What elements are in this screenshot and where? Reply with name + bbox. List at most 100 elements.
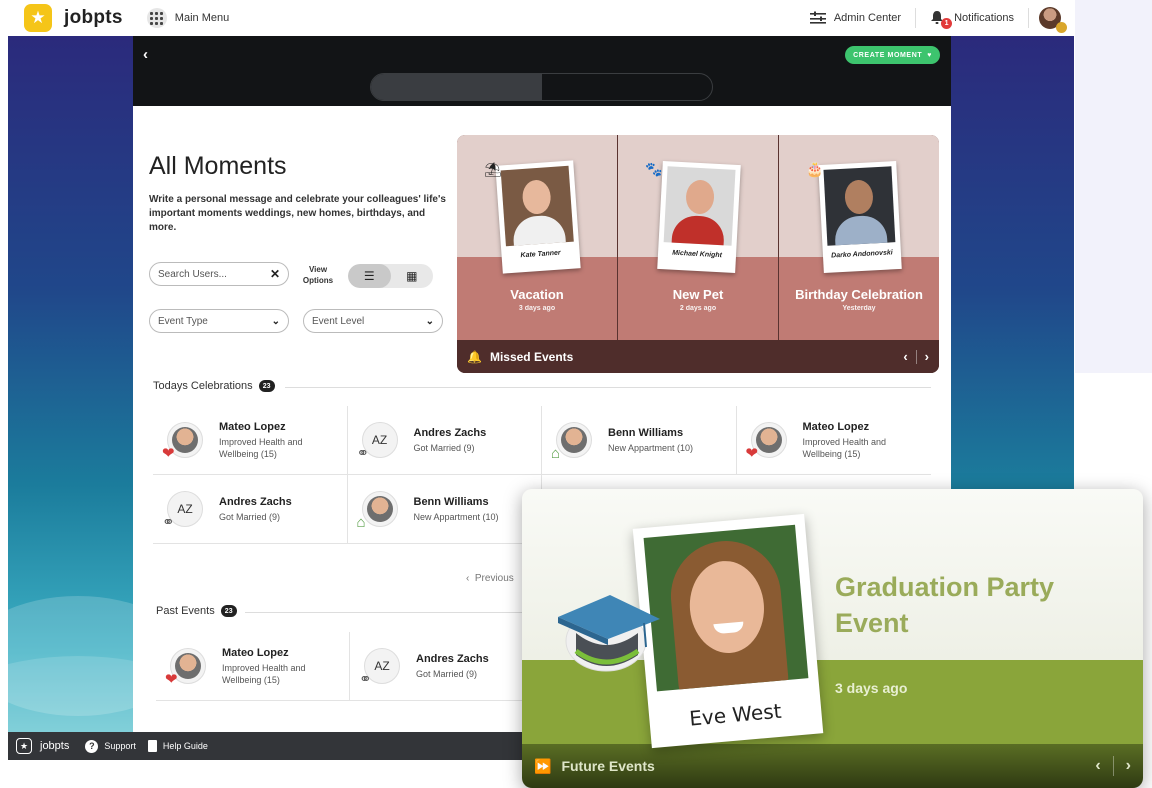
event-description: Got Married (9): [416, 668, 478, 679]
moment-card[interactable]: Vacation 3 days ago ⛱ Kate Tanner: [457, 135, 617, 340]
avatar: AZ⚭: [359, 648, 400, 687]
clear-icon[interactable]: ✕: [270, 267, 280, 281]
future-person-name: Eve West: [688, 698, 783, 731]
segment-2[interactable]: [542, 74, 713, 100]
celebration-item[interactable]: ⌂ Benn Williams New Appartment (10): [347, 475, 542, 544]
next-arrow-icon[interactable]: ›: [1126, 757, 1131, 775]
event-description: Got Married (9): [219, 511, 281, 522]
moment-event: Vacation: [510, 287, 564, 302]
celebration-item[interactable]: ❤ Mateo Lopez Improved Health and Wellbein…: [156, 632, 350, 701]
rings-icon: ⚭: [359, 671, 372, 688]
view-segmented-control[interactable]: [370, 73, 713, 101]
person-name: Andres Zachs: [219, 495, 292, 508]
rings-icon: ⚭: [356, 445, 370, 462]
moment-card[interactable]: New Pet 2 days ago 🐾 Michael Knight: [618, 135, 778, 340]
celebration-item[interactable]: AZ ⚭ Andres Zachs Got Married (9): [347, 406, 542, 475]
count-badge: 23: [220, 605, 237, 617]
page-description: Write a personal message and celebrate y…: [149, 194, 446, 233]
view-options-label: View Options: [302, 265, 334, 285]
event-level-select[interactable]: Event Level ⌄: [303, 309, 443, 333]
side-backdrop: [1075, 0, 1152, 373]
support-link[interactable]: ? Support: [85, 739, 136, 753]
heart-icon: ❤: [162, 445, 175, 462]
avatar: ❤: [162, 422, 203, 461]
avatar: ⌂: [551, 422, 592, 461]
celebration-item[interactable]: ❤ Mateo Lopez Improved Health and Wellbein…: [153, 406, 348, 475]
settings-gear-icon: [1056, 22, 1067, 33]
moment-person-name: Michael Knight: [671, 249, 723, 260]
sliders-icon: [809, 11, 826, 24]
person-name: Mateo Lopez: [222, 646, 289, 659]
back-arrow-icon[interactable]: ‹: [143, 46, 148, 63]
future-events-label: Future Events: [561, 758, 655, 774]
search-placeholder: Search Users...: [158, 268, 227, 280]
create-moment-button[interactable]: CREATE MOMENT ♥: [845, 46, 940, 64]
section-title: Todays Celebrations: [153, 380, 253, 392]
intro-section: All Moments Write a personal message and…: [149, 152, 449, 235]
celebration-item[interactable]: AZ ⚭ Andres Zachs Got Married (9): [153, 475, 348, 544]
todays-celebrations-header: Todays Celebrations 23: [153, 380, 275, 392]
fast-forward-icon: ⏩: [534, 757, 552, 774]
moment-time: 2 days ago: [679, 305, 717, 312]
panel-header: ‹ CREATE MOMENT ♥: [133, 36, 951, 106]
future-event-card[interactable]: Graduation Party Event 3 days ago Eve We…: [522, 489, 1143, 788]
polaroid-photo: Kate Tanner: [495, 160, 581, 274]
heart-icon: ♥: [927, 51, 932, 59]
main-menu-button[interactable]: Main Menu: [146, 8, 229, 28]
moment-time: Yesterday: [842, 305, 876, 312]
notifications-label: Notifications: [954, 12, 1014, 24]
previous-arrow-icon[interactable]: ‹: [903, 349, 907, 364]
divider: [285, 387, 931, 388]
admin-center-button[interactable]: Admin Center: [796, 11, 915, 25]
notification-count-badge: 1: [941, 18, 953, 29]
rings-icon: ⚭: [162, 514, 175, 531]
star-logo-icon[interactable]: ★: [24, 4, 52, 32]
moment-event: New Pet: [672, 287, 724, 302]
previous-label: Previous: [474, 573, 514, 584]
celebration-item[interactable]: AZ ⚭ Andres Zachs Got Married (9): [350, 632, 544, 701]
moment-event: Birthday Celebration: [795, 287, 923, 302]
person-name: Andres Zachs: [416, 652, 489, 665]
event-description: Improved Health and Wellbeing (15): [802, 436, 887, 459]
bottom-logo-text[interactable]: jobpts: [40, 740, 69, 752]
search-users-input[interactable]: Search Users... ✕: [149, 262, 289, 286]
list-view-icon[interactable]: ☰: [348, 264, 391, 288]
house-icon: ⌂: [551, 445, 561, 462]
bell-icon: 🔔: [467, 349, 482, 364]
moment-card[interactable]: Birthday Celebration Yesterday 🎂 Darko A…: [779, 135, 939, 340]
moment-time: 3 days ago: [518, 305, 556, 312]
person-name: Mateo Lopez: [802, 420, 870, 433]
celebration-item[interactable]: ❤ Mateo Lopez Improved Health and Wellbein…: [736, 406, 931, 475]
person-name: Benn Williams: [608, 426, 684, 439]
person-name: Mateo Lopez: [219, 420, 286, 433]
future-events-footer: ⏩ Future Events ‹ ›: [522, 744, 1143, 788]
help-guide-label: Help Guide: [162, 741, 208, 751]
avatar: ⌂: [357, 491, 398, 530]
admin-center-label: Admin Center: [833, 12, 902, 24]
view-toggle[interactable]: ☰ ▦: [348, 264, 433, 288]
past-events-header: Past Events 23: [156, 605, 237, 617]
missed-events-carousel: Vacation 3 days ago ⛱ Kate Tanner New Pe…: [457, 135, 939, 373]
nav-divider: [1028, 8, 1029, 28]
previous-page-link[interactable]: ‹ Previous: [466, 573, 514, 584]
avatar-initials: AZ: [374, 659, 390, 673]
person-name: Andres Zachs: [413, 426, 487, 439]
missed-events-label: Missed Events: [489, 349, 574, 364]
missed-events-footer: 🔔 Missed Events ‹ ›: [457, 340, 939, 373]
segment-1[interactable]: [371, 74, 542, 100]
heart-icon: ❤: [745, 445, 759, 462]
star-logo-icon[interactable]: ★: [16, 738, 32, 754]
calendar-view-icon[interactable]: ▦: [391, 264, 434, 288]
notifications-button[interactable]: 1 Notifications: [916, 10, 1028, 29]
question-icon: ?: [85, 739, 99, 753]
app-logo-text[interactable]: jobpts: [64, 7, 123, 29]
next-arrow-icon[interactable]: ›: [925, 349, 929, 364]
previous-arrow-icon[interactable]: ‹: [1095, 757, 1100, 775]
event-type-select[interactable]: Event Type ⌄: [149, 309, 289, 333]
celebration-item[interactable]: ⌂ Benn Williams New Appartment (10): [542, 406, 737, 475]
avatar: AZ⚭: [357, 422, 398, 461]
help-guide-link[interactable]: Help Guide: [147, 740, 208, 752]
user-avatar[interactable]: [1039, 7, 1067, 33]
avatar-initials: AZ: [371, 433, 388, 447]
grid-menu-icon: [146, 8, 167, 28]
